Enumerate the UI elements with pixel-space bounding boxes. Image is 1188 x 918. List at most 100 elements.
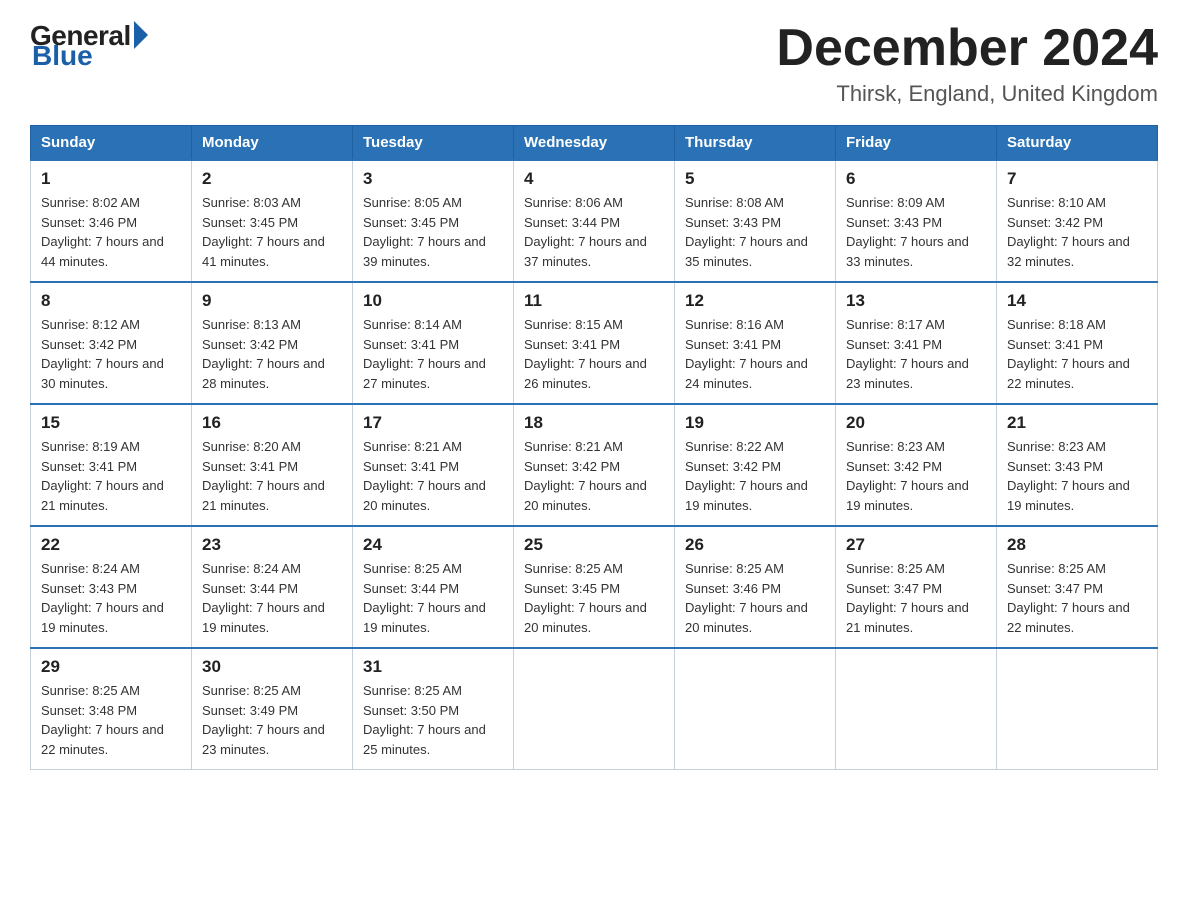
calendar-cell: 13 Sunrise: 8:17 AM Sunset: 3:41 PM Dayl… (836, 282, 997, 404)
calendar-cell: 29 Sunrise: 8:25 AM Sunset: 3:48 PM Dayl… (31, 648, 192, 770)
header-saturday: Saturday (997, 126, 1158, 161)
day-info: Sunrise: 8:25 AM Sunset: 3:49 PM Dayligh… (202, 681, 342, 759)
calendar-cell: 8 Sunrise: 8:12 AM Sunset: 3:42 PM Dayli… (31, 282, 192, 404)
header-sunday: Sunday (31, 126, 192, 161)
day-number: 5 (685, 169, 825, 189)
day-info: Sunrise: 8:05 AM Sunset: 3:45 PM Dayligh… (363, 193, 503, 271)
calendar-cell: 1 Sunrise: 8:02 AM Sunset: 3:46 PM Dayli… (31, 160, 192, 282)
day-number: 13 (846, 291, 986, 311)
calendar-cell: 30 Sunrise: 8:25 AM Sunset: 3:49 PM Dayl… (192, 648, 353, 770)
calendar-cell: 27 Sunrise: 8:25 AM Sunset: 3:47 PM Dayl… (836, 526, 997, 648)
day-info: Sunrise: 8:25 AM Sunset: 3:47 PM Dayligh… (1007, 559, 1147, 637)
day-number: 24 (363, 535, 503, 555)
day-number: 6 (846, 169, 986, 189)
week-row-3: 15 Sunrise: 8:19 AM Sunset: 3:41 PM Dayl… (31, 404, 1158, 526)
calendar-cell: 22 Sunrise: 8:24 AM Sunset: 3:43 PM Dayl… (31, 526, 192, 648)
day-number: 3 (363, 169, 503, 189)
calendar-cell: 23 Sunrise: 8:24 AM Sunset: 3:44 PM Dayl… (192, 526, 353, 648)
calendar-cell: 2 Sunrise: 8:03 AM Sunset: 3:45 PM Dayli… (192, 160, 353, 282)
day-info: Sunrise: 8:13 AM Sunset: 3:42 PM Dayligh… (202, 315, 342, 393)
calendar-table: Sunday Monday Tuesday Wednesday Thursday… (30, 125, 1158, 770)
logo-blue-text: Blue (30, 40, 93, 72)
calendar-cell: 31 Sunrise: 8:25 AM Sunset: 3:50 PM Dayl… (353, 648, 514, 770)
day-number: 23 (202, 535, 342, 555)
day-number: 21 (1007, 413, 1147, 433)
day-info: Sunrise: 8:09 AM Sunset: 3:43 PM Dayligh… (846, 193, 986, 271)
day-number: 1 (41, 169, 181, 189)
header-friday: Friday (836, 126, 997, 161)
calendar-cell: 14 Sunrise: 8:18 AM Sunset: 3:41 PM Dayl… (997, 282, 1158, 404)
day-info: Sunrise: 8:17 AM Sunset: 3:41 PM Dayligh… (846, 315, 986, 393)
calendar-cell: 18 Sunrise: 8:21 AM Sunset: 3:42 PM Dayl… (514, 404, 675, 526)
day-number: 11 (524, 291, 664, 311)
week-row-5: 29 Sunrise: 8:25 AM Sunset: 3:48 PM Dayl… (31, 648, 1158, 770)
day-number: 9 (202, 291, 342, 311)
calendar-cell: 24 Sunrise: 8:25 AM Sunset: 3:44 PM Dayl… (353, 526, 514, 648)
day-number: 25 (524, 535, 664, 555)
day-number: 19 (685, 413, 825, 433)
day-info: Sunrise: 8:25 AM Sunset: 3:48 PM Dayligh… (41, 681, 181, 759)
calendar-cell: 3 Sunrise: 8:05 AM Sunset: 3:45 PM Dayli… (353, 160, 514, 282)
calendar-cell: 19 Sunrise: 8:22 AM Sunset: 3:42 PM Dayl… (675, 404, 836, 526)
calendar-cell: 20 Sunrise: 8:23 AM Sunset: 3:42 PM Dayl… (836, 404, 997, 526)
calendar-cell (675, 648, 836, 770)
week-row-2: 8 Sunrise: 8:12 AM Sunset: 3:42 PM Dayli… (31, 282, 1158, 404)
day-info: Sunrise: 8:03 AM Sunset: 3:45 PM Dayligh… (202, 193, 342, 271)
day-info: Sunrise: 8:21 AM Sunset: 3:41 PM Dayligh… (363, 437, 503, 515)
day-number: 14 (1007, 291, 1147, 311)
calendar-cell (997, 648, 1158, 770)
calendar-cell: 26 Sunrise: 8:25 AM Sunset: 3:46 PM Dayl… (675, 526, 836, 648)
day-number: 28 (1007, 535, 1147, 555)
header-thursday: Thursday (675, 126, 836, 161)
calendar-cell: 25 Sunrise: 8:25 AM Sunset: 3:45 PM Dayl… (514, 526, 675, 648)
calendar-cell (514, 648, 675, 770)
day-info: Sunrise: 8:23 AM Sunset: 3:43 PM Dayligh… (1007, 437, 1147, 515)
calendar-cell: 9 Sunrise: 8:13 AM Sunset: 3:42 PM Dayli… (192, 282, 353, 404)
day-number: 26 (685, 535, 825, 555)
day-number: 22 (41, 535, 181, 555)
calendar-cell: 6 Sunrise: 8:09 AM Sunset: 3:43 PM Dayli… (836, 160, 997, 282)
week-row-1: 1 Sunrise: 8:02 AM Sunset: 3:46 PM Dayli… (31, 160, 1158, 282)
day-info: Sunrise: 8:08 AM Sunset: 3:43 PM Dayligh… (685, 193, 825, 271)
day-number: 4 (524, 169, 664, 189)
day-number: 29 (41, 657, 181, 677)
day-info: Sunrise: 8:12 AM Sunset: 3:42 PM Dayligh… (41, 315, 181, 393)
day-info: Sunrise: 8:24 AM Sunset: 3:43 PM Dayligh… (41, 559, 181, 637)
week-row-4: 22 Sunrise: 8:24 AM Sunset: 3:43 PM Dayl… (31, 526, 1158, 648)
day-number: 10 (363, 291, 503, 311)
day-info: Sunrise: 8:21 AM Sunset: 3:42 PM Dayligh… (524, 437, 664, 515)
day-number: 2 (202, 169, 342, 189)
day-number: 12 (685, 291, 825, 311)
day-number: 30 (202, 657, 342, 677)
calendar-cell: 4 Sunrise: 8:06 AM Sunset: 3:44 PM Dayli… (514, 160, 675, 282)
header-wednesday: Wednesday (514, 126, 675, 161)
day-info: Sunrise: 8:14 AM Sunset: 3:41 PM Dayligh… (363, 315, 503, 393)
day-number: 16 (202, 413, 342, 433)
calendar-cell: 10 Sunrise: 8:14 AM Sunset: 3:41 PM Dayl… (353, 282, 514, 404)
day-number: 31 (363, 657, 503, 677)
calendar-subtitle: Thirsk, England, United Kingdom (776, 81, 1158, 107)
day-info: Sunrise: 8:16 AM Sunset: 3:41 PM Dayligh… (685, 315, 825, 393)
day-info: Sunrise: 8:06 AM Sunset: 3:44 PM Dayligh… (524, 193, 664, 271)
page-header: General Blue December 2024 Thirsk, Engla… (30, 20, 1158, 107)
day-number: 18 (524, 413, 664, 433)
calendar-cell: 16 Sunrise: 8:20 AM Sunset: 3:41 PM Dayl… (192, 404, 353, 526)
day-number: 8 (41, 291, 181, 311)
header-tuesday: Tuesday (353, 126, 514, 161)
day-info: Sunrise: 8:24 AM Sunset: 3:44 PM Dayligh… (202, 559, 342, 637)
calendar-cell: 11 Sunrise: 8:15 AM Sunset: 3:41 PM Dayl… (514, 282, 675, 404)
day-number: 15 (41, 413, 181, 433)
calendar-cell: 21 Sunrise: 8:23 AM Sunset: 3:43 PM Dayl… (997, 404, 1158, 526)
day-info: Sunrise: 8:19 AM Sunset: 3:41 PM Dayligh… (41, 437, 181, 515)
calendar-cell: 28 Sunrise: 8:25 AM Sunset: 3:47 PM Dayl… (997, 526, 1158, 648)
day-info: Sunrise: 8:25 AM Sunset: 3:50 PM Dayligh… (363, 681, 503, 759)
logo-arrow-icon (134, 21, 148, 49)
logo: General Blue (30, 20, 148, 72)
calendar-cell (836, 648, 997, 770)
day-number: 7 (1007, 169, 1147, 189)
day-number: 27 (846, 535, 986, 555)
day-info: Sunrise: 8:22 AM Sunset: 3:42 PM Dayligh… (685, 437, 825, 515)
calendar-cell: 7 Sunrise: 8:10 AM Sunset: 3:42 PM Dayli… (997, 160, 1158, 282)
calendar-cell: 17 Sunrise: 8:21 AM Sunset: 3:41 PM Dayl… (353, 404, 514, 526)
day-info: Sunrise: 8:02 AM Sunset: 3:46 PM Dayligh… (41, 193, 181, 271)
